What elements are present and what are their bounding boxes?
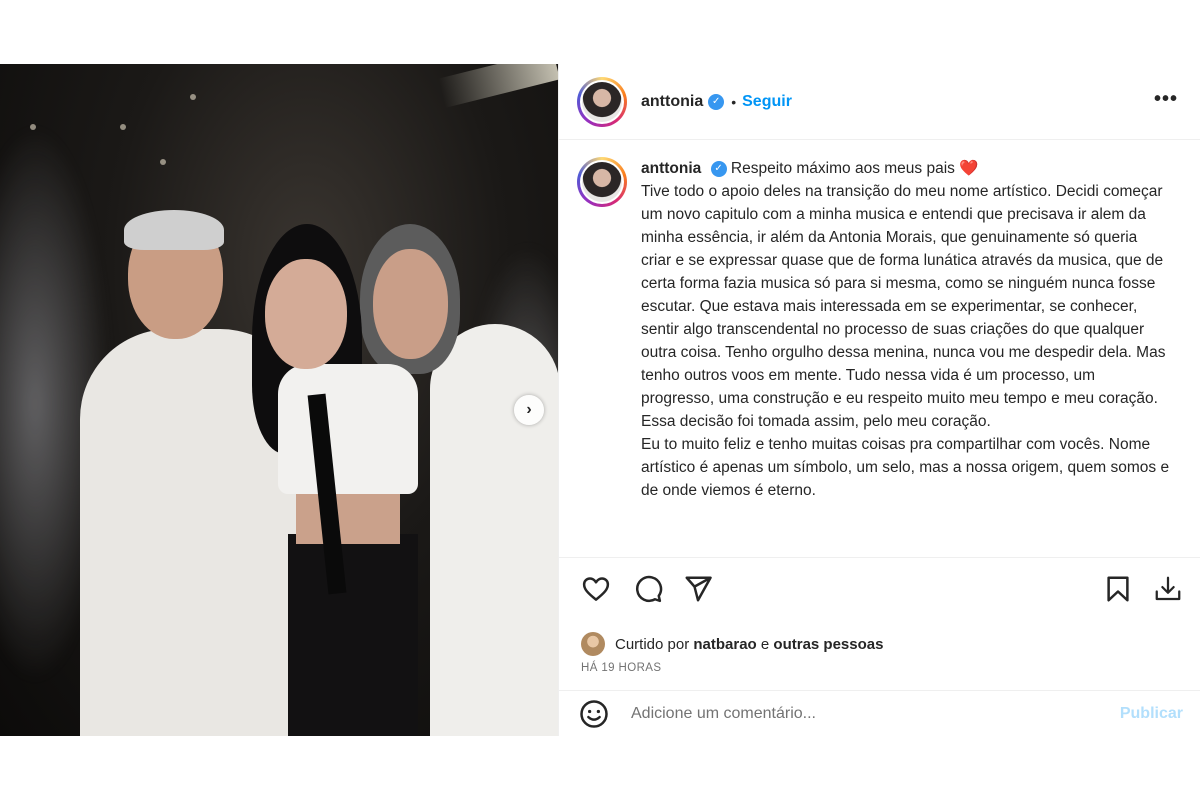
caption-text: anttonia ✓ Respeito máximo aos meus pais… [641,157,1171,556]
comment-input[interactable] [631,704,1091,723]
avatar-image [582,162,622,202]
caption-body-2: Eu to muito feliz e tenho muitas coisas … [641,436,1170,499]
photo-person-daughter-top [278,364,418,494]
post-timestamp[interactable]: HÁ 19 HORAS [581,662,661,674]
next-photo-button[interactable]: › [514,395,544,425]
caption-first-line: Respeito máximo aos meus pais [730,160,955,177]
photo-light-bar [438,64,558,108]
likes-connector: e [760,635,770,653]
comment-icon[interactable] [633,574,663,604]
avatar-image [582,81,622,122]
photo-person-daughter-waist [296,494,400,544]
liker-avatar[interactable] [581,632,605,656]
author-avatar[interactable] [577,76,627,127]
follow-button[interactable]: Seguir [742,93,792,111]
likes-summary: Curtido por natbarao e outras pessoas [581,632,883,656]
photo-person-daughter-head [265,259,347,369]
photo-person-father-hair [124,210,224,250]
post-side-panel: anttonia ✓ • Seguir ••• anttonia ✓ Respe… [558,64,1200,736]
photo-person-mother-head [373,249,448,359]
caption-body: Tive todo o apoio deles na transição do … [641,183,1166,430]
header-separator: • [731,93,737,110]
verified-badge-icon: ✓ [708,93,725,110]
heart-icon[interactable] [581,574,611,604]
photo-person-daughter-pants [288,534,418,736]
author-username[interactable]: anttonia [641,93,703,111]
caption-username[interactable]: anttonia [641,160,701,177]
post-photo[interactable]: › [0,64,558,736]
download-icon[interactable] [1153,574,1183,604]
photo-person-mother [430,324,558,736]
publish-button[interactable]: Publicar [1120,705,1183,723]
instagram-post: › anttonia ✓ • Seguir ••• anttonia ✓ Res… [0,64,1200,736]
caption-area: anttonia ✓ Respeito máximo aos meus pais… [559,141,1200,556]
photo-light-dot [120,124,126,130]
bookmark-icon[interactable] [1103,574,1133,604]
liker-username[interactable]: natbarao [693,636,756,653]
likes-others-link[interactable]: outras pessoas [773,636,883,653]
photo-light-dot [30,124,36,130]
red-heart-emoji: ❤️ [959,160,979,177]
verified-badge-icon: ✓ [710,160,727,177]
likes-prefix: Curtido por [615,635,690,653]
more-options-icon[interactable]: ••• [1154,88,1178,111]
avatar-frame [580,79,624,124]
send-icon[interactable] [683,574,713,604]
caption-avatar[interactable] [577,157,627,207]
emoji-icon[interactable] [579,699,609,729]
comment-bar: Publicar [559,690,1200,736]
photo-light-dot [190,94,196,100]
photo-light-dot [160,159,166,165]
avatar-frame [580,160,624,204]
chevron-right-icon: › [526,401,532,418]
action-bar [559,557,1200,617]
post-header: anttonia ✓ • Seguir ••• [559,64,1200,140]
